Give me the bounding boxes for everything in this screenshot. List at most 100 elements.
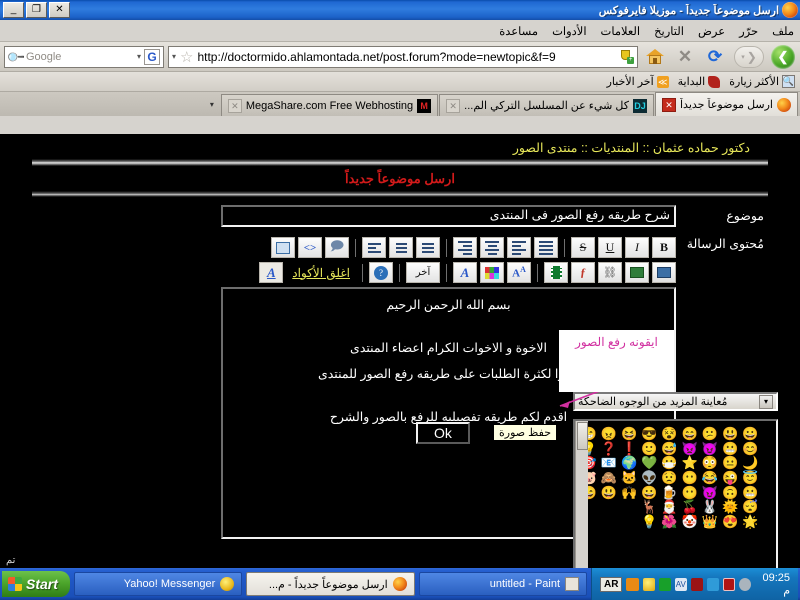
smiley-item[interactable]: 😇 bbox=[741, 471, 760, 485]
smiley-item[interactable]: 🍒 bbox=[680, 500, 699, 514]
smiley-item[interactable]: 🌞 bbox=[721, 500, 740, 514]
smiley-item[interactable]: 🐰 bbox=[700, 500, 719, 514]
clock[interactable]: 09:25 م bbox=[755, 572, 792, 597]
insert-flash-button[interactable]: ƒ bbox=[571, 262, 595, 283]
menu-item-bookmarks[interactable]: العلامات bbox=[601, 24, 641, 38]
security-icon[interactable] bbox=[722, 577, 736, 591]
tab-close-icon[interactable]: ✕ bbox=[661, 97, 676, 112]
page-scrollbar[interactable] bbox=[0, 134, 14, 568]
smiley-item[interactable]: 😄 bbox=[680, 427, 699, 441]
menu-item-help[interactable]: مساعدة bbox=[499, 24, 538, 38]
minimize-button[interactable]: _ bbox=[3, 2, 24, 18]
smiley-item[interactable] bbox=[599, 515, 618, 529]
smiley-item[interactable]: 😬 bbox=[741, 485, 760, 500]
insert-video-button[interactable] bbox=[544, 262, 568, 283]
chevron-down-icon[interactable]: ▾ bbox=[759, 394, 773, 409]
smiley-item[interactable]: 🌟 bbox=[741, 515, 760, 529]
smiley-item[interactable]: 😎 bbox=[640, 427, 659, 441]
smiley-item[interactable]: 😅 bbox=[660, 441, 679, 456]
smiley-item[interactable]: 🤡 bbox=[680, 515, 699, 529]
url-dropdown-caret-icon[interactable]: ▾ bbox=[172, 52, 176, 61]
strikethrough-button[interactable]: S bbox=[571, 237, 595, 258]
taskbar-item-paint[interactable]: untitled - Paint bbox=[418, 572, 588, 596]
smiley-item[interactable]: 🌙 bbox=[741, 456, 760, 470]
help-button[interactable]: ? bbox=[369, 262, 393, 283]
start-button[interactable]: Start bbox=[2, 571, 70, 597]
smiley-grid[interactable]: 😀 😃 😕 😄 😵 😎 😆 😠 😁 😊 😬 😈 👿 😅 🙂 ❗ ❓ 💡 🌙 😐 😳 ⭐ 😷 💚 🌍 📧 🎯 😇 😜 😂 😶 😟 👽 🐱 🙈 🐷 😬 🙃 😈 😶… bbox=[577, 423, 762, 568]
smiley-item[interactable]: 🌺 bbox=[660, 515, 679, 529]
smiley-item[interactable] bbox=[599, 500, 618, 514]
smiley-item[interactable]: ❗ bbox=[619, 441, 638, 456]
bookmark-most-visited[interactable]: 🔍 الأكثر زيارة bbox=[729, 75, 795, 88]
taskbar-item-firefox[interactable]: ارسل موضوعاً جديداً - م... bbox=[246, 572, 415, 596]
smiley-item[interactable]: 💚 bbox=[640, 456, 659, 470]
smiley-item[interactable]: 😳 bbox=[700, 456, 719, 470]
smiley-item[interactable]: 😵 bbox=[660, 427, 679, 441]
align-center-button[interactable] bbox=[480, 237, 504, 258]
back-button[interactable]: ❮ ▾ bbox=[732, 45, 766, 69]
smiley-item[interactable]: 😴 bbox=[741, 500, 760, 514]
volume-icon[interactable] bbox=[739, 577, 752, 591]
bookmark-star-icon[interactable]: ☆ bbox=[180, 48, 193, 66]
smiley-item[interactable]: 😬 bbox=[721, 441, 740, 456]
smiley-vertical-scrollbar[interactable]: ▼ bbox=[575, 421, 588, 568]
smiley-item[interactable]: 😠 bbox=[599, 427, 618, 441]
underline-button[interactable]: U bbox=[598, 237, 622, 258]
smiley-panel[interactable]: 😀 😃 😕 😄 😵 😎 😆 😠 😁 😊 😬 😈 👿 😅 🙂 ❗ ❓ 💡 🌙 😐 😳 ⭐ 😷 💚 🌍 📧 🎯 😇 😜 😂 😶 😟 👽 🐱 🙈 🐷 😬 🙃 😈 😶… bbox=[573, 419, 778, 568]
reload-button[interactable]: ⟳ bbox=[702, 45, 728, 69]
smiley-item[interactable]: 😜 bbox=[721, 471, 740, 485]
font-size-button[interactable]: AA bbox=[507, 262, 531, 283]
tab-close-icon[interactable]: ✕ bbox=[227, 98, 242, 113]
update-icon[interactable] bbox=[706, 577, 719, 591]
ok-button[interactable]: Ok bbox=[416, 422, 470, 444]
smiley-item[interactable]: 💡 bbox=[640, 515, 659, 529]
smiley-item[interactable]: 🙈 bbox=[599, 471, 618, 485]
smiley-item[interactable]: 😀 bbox=[640, 485, 659, 500]
align-justify-button[interactable] bbox=[534, 237, 558, 258]
smiley-item[interactable]: 😕 bbox=[700, 427, 719, 441]
menu-item-view[interactable]: عرض bbox=[698, 24, 725, 38]
media-player-icon[interactable] bbox=[626, 577, 639, 591]
smiley-item[interactable]: 😶 bbox=[680, 485, 699, 500]
smiley-item[interactable]: 🙂 bbox=[640, 441, 659, 456]
url-bar[interactable]: + http://doctormido.ahlamontada.net/post… bbox=[168, 45, 638, 68]
quote-button[interactable]: 🗩 bbox=[325, 237, 349, 258]
bookmark-latest-headlines[interactable]: ≫ آخر الأخبار bbox=[607, 75, 669, 88]
other-button[interactable]: آخر bbox=[406, 262, 440, 283]
smiley-item[interactable]: 😃 bbox=[599, 485, 618, 500]
smiley-item[interactable]: 😐 bbox=[721, 456, 740, 470]
tab-megashare[interactable]: M MegaShare.com Free Webhosting ✕ bbox=[220, 94, 439, 116]
smiley-item[interactable]: ⭐ bbox=[680, 456, 699, 470]
smiley-item[interactable]: ❓ bbox=[599, 441, 618, 456]
close-button[interactable]: ✕ bbox=[49, 2, 70, 18]
font-color-button[interactable] bbox=[480, 262, 504, 283]
smiley-item[interactable]: 🎅 bbox=[660, 500, 679, 514]
smiley-item[interactable]: 🐱 bbox=[619, 471, 638, 485]
menu-item-file[interactable]: ملف bbox=[772, 24, 794, 38]
taskbar-item-yahoo[interactable]: Yahoo! Messenger bbox=[73, 572, 243, 596]
table-button[interactable] bbox=[271, 237, 295, 258]
smiley-item[interactable]: 😍 bbox=[721, 515, 740, 529]
smiley-item[interactable]: 😷 bbox=[660, 456, 679, 470]
smiley-item[interactable]: 😶 bbox=[680, 471, 699, 485]
menu-item-tools[interactable]: الأدوات bbox=[552, 24, 586, 38]
tab-close-icon[interactable]: ✕ bbox=[446, 98, 461, 113]
tab-list-caret-icon[interactable]: ▾ bbox=[204, 94, 220, 116]
search-engine-logo[interactable]: G bbox=[144, 48, 160, 65]
search-engine-caret-icon[interactable]: ▾ bbox=[137, 52, 141, 61]
align-left-button[interactable] bbox=[453, 237, 477, 258]
yahoo-tray-icon[interactable] bbox=[642, 577, 655, 591]
smiley-item[interactable]: 👿 bbox=[680, 441, 699, 456]
close-codes-link[interactable]: اغلق الأكواد bbox=[286, 266, 356, 280]
menu-item-history[interactable]: التاريخ bbox=[654, 24, 684, 38]
smiley-item[interactable]: 😊 bbox=[741, 441, 760, 456]
insert-image-button[interactable] bbox=[625, 262, 649, 283]
home-button[interactable] bbox=[642, 45, 668, 69]
smiley-item[interactable]: 🙌 bbox=[619, 485, 638, 500]
restore-button[interactable]: ❐ bbox=[26, 2, 47, 18]
smiley-item[interactable] bbox=[619, 500, 638, 514]
list-bullet-button[interactable] bbox=[416, 237, 440, 258]
smiley-item[interactable]: 😃 bbox=[721, 427, 740, 441]
smiley-item[interactable]: 🙃 bbox=[721, 485, 740, 500]
tab-new-topic[interactable]: ارسل موضوعاً جديداً ✕ bbox=[654, 92, 798, 116]
